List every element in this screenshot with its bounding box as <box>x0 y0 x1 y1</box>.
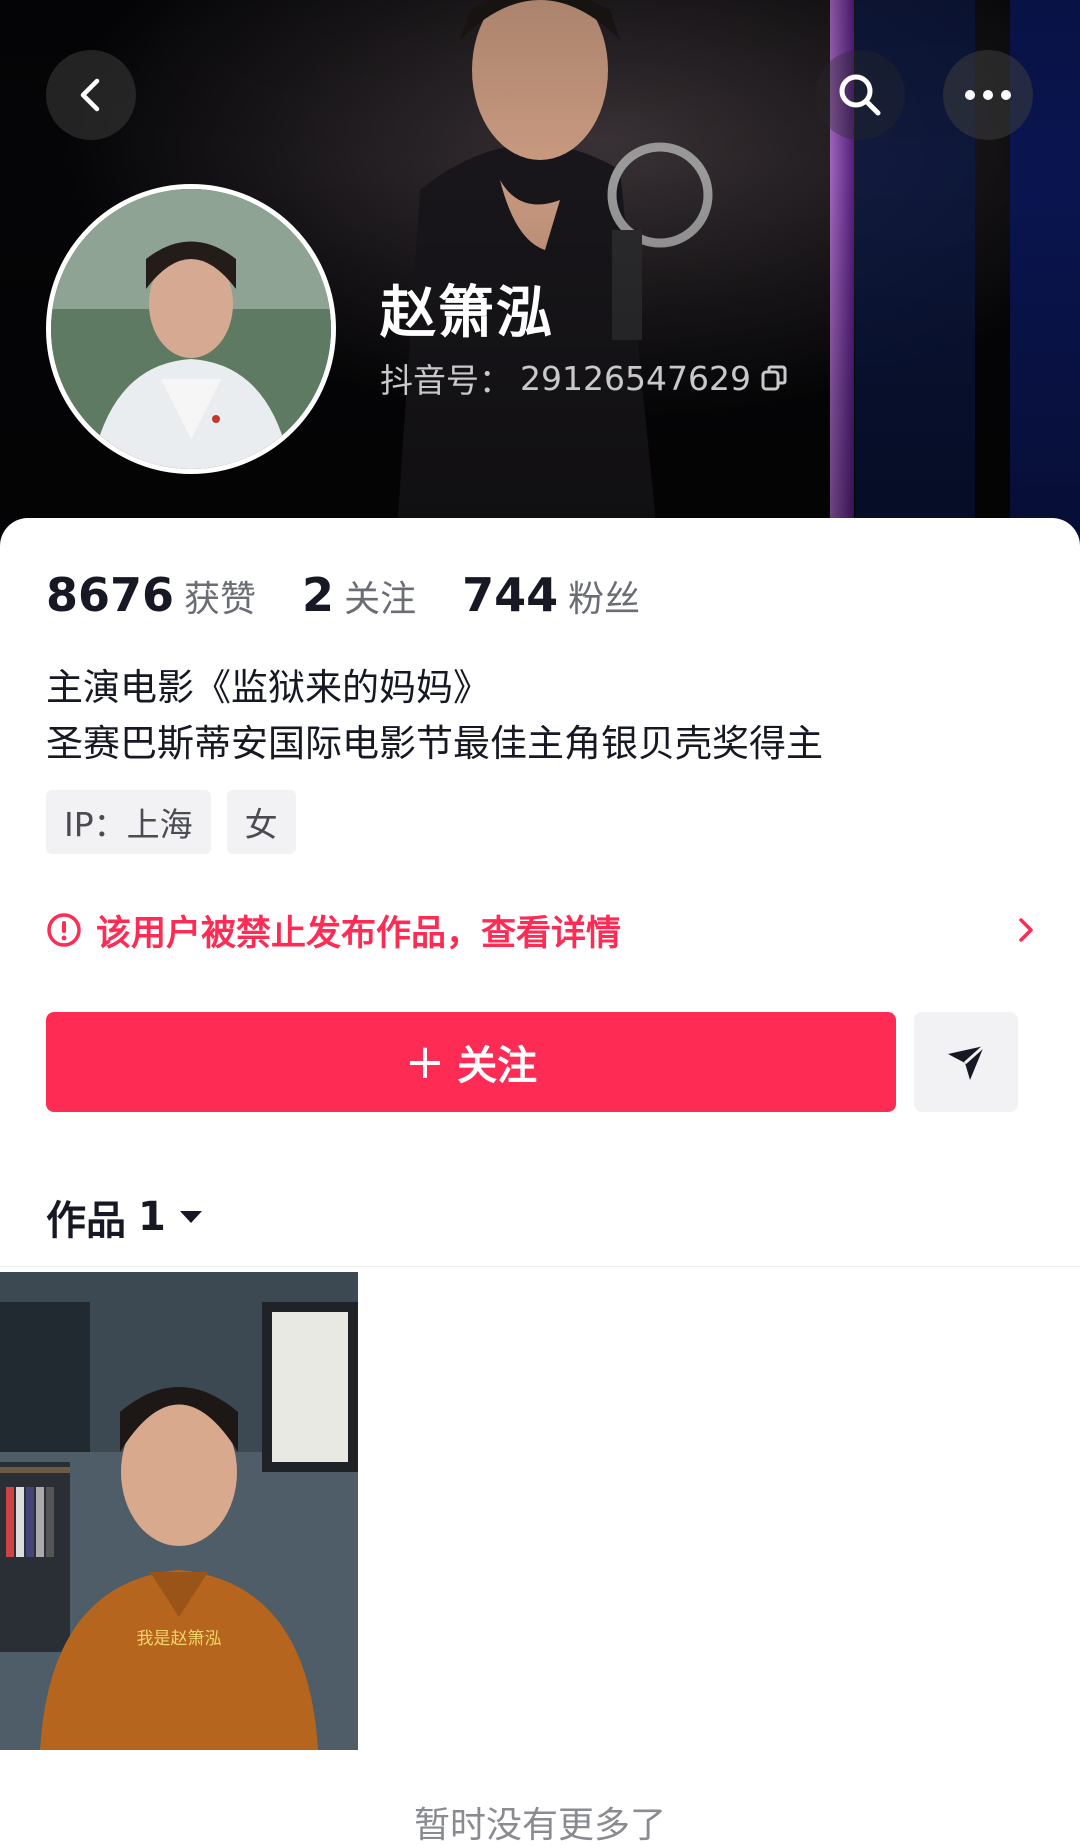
more-button[interactable] <box>943 50 1033 140</box>
send-icon <box>948 1044 986 1080</box>
plus-icon: + <box>404 1034 446 1090</box>
profile-stats: 8676 获赞 2 关注 744 粉丝 <box>46 568 686 622</box>
tag-ip-location: IP：上海 <box>46 790 211 854</box>
back-button[interactable] <box>46 50 136 140</box>
search-icon <box>839 74 881 116</box>
copy-icon[interactable] <box>759 363 789 393</box>
avatar[interactable] <box>46 184 336 474</box>
share-button[interactable] <box>914 1012 1018 1112</box>
tab-works[interactable]: 作品 1 <box>46 1188 204 1246</box>
caret-down-icon <box>179 1211 202 1223</box>
ban-notice-text: 该用户被禁止发布作品，查看详情 <box>96 913 622 954</box>
stat-followers-label: 粉丝 <box>568 579 641 620</box>
stat-likes-value: 8676 <box>46 568 175 622</box>
works-count: 1 <box>138 1194 166 1240</box>
video-thumbnail-image <box>0 1272 358 1750</box>
bio-line-1: 主演电影《监狱来的妈妈》 <box>46 666 490 709</box>
more-icon <box>965 90 1011 100</box>
search-button[interactable] <box>815 50 905 140</box>
stat-followers[interactable]: 744 粉丝 <box>462 568 640 622</box>
no-more-text: 暂时没有更多了 <box>413 1805 666 1846</box>
stat-followers-value: 744 <box>462 568 559 622</box>
bio-line-2: 圣赛巴斯蒂安国际电影节最佳主角银贝壳奖得主 <box>46 722 823 765</box>
chevron-right-icon <box>1019 918 1033 942</box>
profile-page: 赵箫泓 抖音号： 29126547629 8676 获赞 2 关注 744 粉丝 <box>0 0 1080 1846</box>
stat-likes[interactable]: 8676 获赞 <box>46 568 256 622</box>
follow-button[interactable]: + 关注 <box>46 1012 896 1112</box>
avatar-photo <box>51 189 331 469</box>
user-id-label: 抖音号： <box>380 361 512 400</box>
warning-circle-icon <box>47 913 81 947</box>
profile-name: 赵箫泓 <box>380 281 554 346</box>
profile-cover: 赵箫泓 抖音号： 29126547629 <box>0 0 1080 560</box>
ban-notice[interactable]: 该用户被禁止发布作品，查看详情 <box>46 902 1036 958</box>
video-caption: 我是赵箫泓 <box>136 1629 222 1649</box>
tag-gender: 女 <box>226 790 296 854</box>
profile-bio: 主演电影《监狱来的妈妈》 圣赛巴斯蒂安国际电影节最佳主角银贝壳奖得主 <box>46 660 1046 772</box>
video-thumbnail[interactable]: 我是赵箫泓 <box>0 1272 358 1750</box>
chevron-left-icon <box>80 78 100 112</box>
user-id-row[interactable]: 抖音号： 29126547629 <box>380 354 789 402</box>
works-tab-label: 作品 <box>46 1198 126 1244</box>
stat-following-value: 2 <box>302 568 335 622</box>
stat-likes-label: 获赞 <box>184 579 257 620</box>
follow-button-label: 关注 <box>457 1043 538 1089</box>
profile-tags: IP：上海 女 <box>46 790 296 854</box>
divider <box>0 1266 1080 1267</box>
stat-following[interactable]: 2 关注 <box>302 568 416 622</box>
profile-card: 8676 获赞 2 关注 744 粉丝 主演电影《监狱来的妈妈》 圣赛巴斯蒂安国… <box>0 518 1080 1846</box>
stat-following-label: 关注 <box>344 579 417 620</box>
user-id-value: 29126547629 <box>520 358 751 398</box>
